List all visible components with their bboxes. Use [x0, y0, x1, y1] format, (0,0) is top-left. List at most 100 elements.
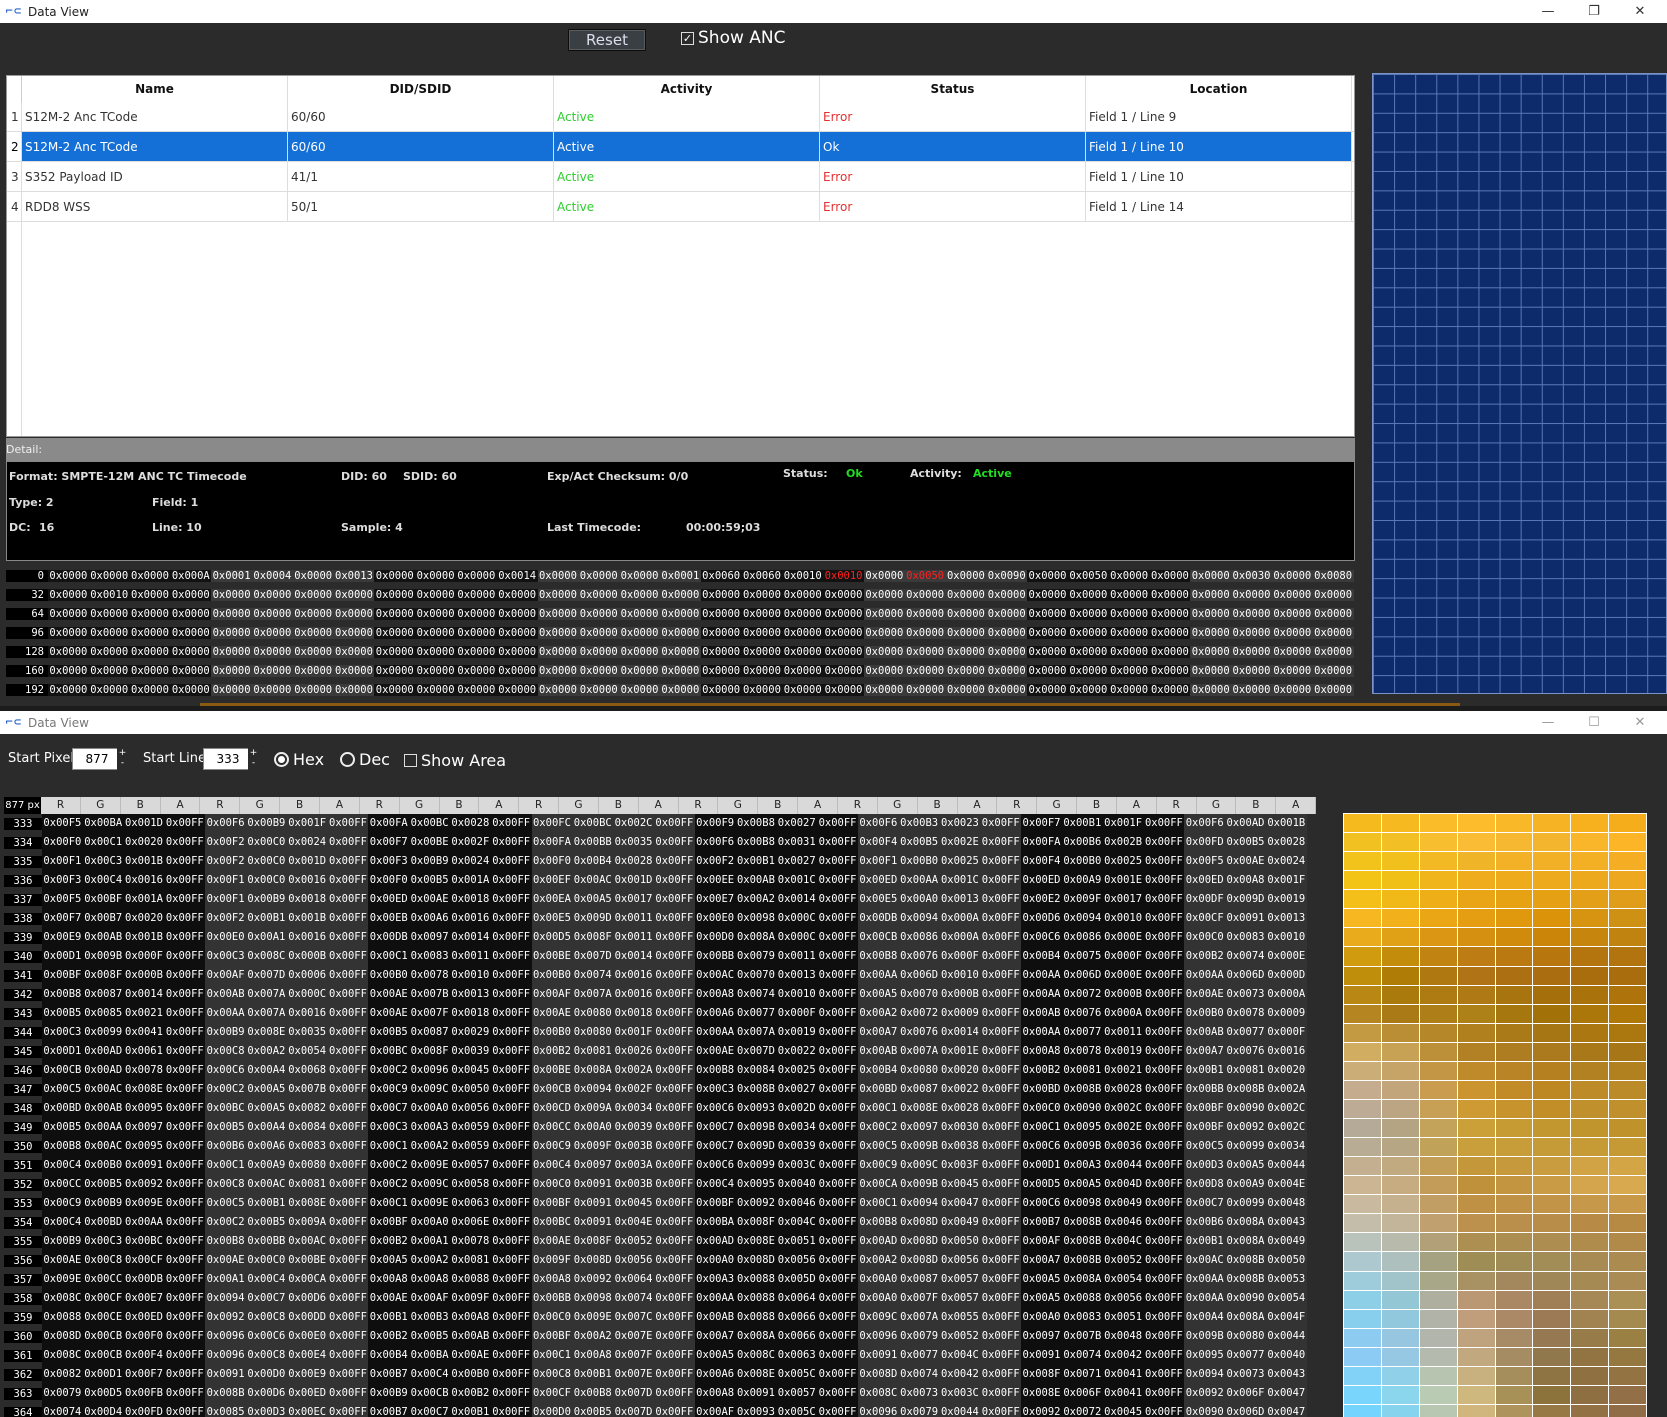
hex-cell: 0x0000: [741, 683, 783, 696]
pixel-value-cell: 0x00FF: [817, 1099, 858, 1118]
preview-pixel: [1419, 1023, 1457, 1042]
hex-cell: 0x0000: [1149, 683, 1191, 696]
hex-cell: 0x0000: [292, 683, 334, 696]
start-pixel-stepper-icon[interactable]: + -: [117, 748, 128, 770]
pixel-value-cell: 0x0023: [939, 814, 981, 833]
col-activity-header[interactable]: Activity: [554, 76, 820, 102]
cell-did: 60/60: [288, 132, 554, 161]
preview-pixel: [1495, 1309, 1533, 1328]
pixel-value-cell: 0x00AA: [123, 1213, 165, 1232]
pixel-value-cell: 0x00F6: [857, 814, 899, 833]
start-line-stepper-icon[interactable]: + -: [248, 748, 259, 770]
line-number: 357: [4, 1273, 42, 1286]
restore-icon[interactable]: ❐: [1571, 0, 1617, 23]
pixel-value-cell: 0x00FF: [1143, 1384, 1185, 1403]
pixel-value-cell: 0x00FF: [653, 1023, 695, 1042]
dec-radio[interactable]: Dec: [340, 750, 390, 769]
pixel-value-cell: 0x0091: [1021, 1346, 1062, 1365]
maximize-icon[interactable]: ☐: [1571, 711, 1617, 734]
pixel-value-cell: 0x00B8: [42, 1137, 83, 1156]
table-row-selected[interactable]: 2 S12M-2 Anc TCode 60/60 Active Ok Field…: [7, 132, 1354, 162]
hex-cell: 0x0000: [129, 645, 171, 658]
pixel-value-cell: 0x00C6: [205, 1061, 246, 1080]
hex-cell: 0x0000: [700, 645, 742, 658]
preview-pixel: [1344, 852, 1381, 871]
pixel-value-cell: 0x00A2: [735, 890, 777, 909]
table-row[interactable]: 4 RDD8 WSS 50/1 Active Error Field 1 / L…: [7, 192, 1354, 222]
preview-pixel: [1457, 909, 1495, 928]
pixel-value-cell: 0x008B: [1061, 1080, 1103, 1099]
pixel-value-cell: 0x00C9: [368, 1080, 410, 1099]
pixel-value-cell: 0x00BA: [82, 814, 124, 833]
preview-pixel: [1533, 1290, 1571, 1309]
hex-cell: 0x0004: [251, 569, 293, 582]
pixel-value-cell: 0x00C7: [245, 1289, 287, 1308]
pixel-value-cell: 0x0016: [613, 966, 654, 985]
pixel-value-cell: 0x001C: [939, 871, 981, 890]
minimize-icon[interactable]: —: [1525, 0, 1571, 23]
reset-button[interactable]: Reset: [568, 29, 646, 51]
pixel-value-cell: 0x0011: [1102, 1023, 1144, 1042]
pixel-value-cell: 0x0010: [1265, 928, 1307, 947]
pixel-value-cell: 0x00B1: [449, 1403, 491, 1417]
preview-pixel: [1533, 852, 1571, 871]
pixel-value-cell: 0x0021: [1102, 1061, 1144, 1080]
data-view-window-anc: ⌐⊂ Data View — ❐ ✕ Reset ✓ Show ANC Name…: [0, 0, 1667, 706]
pixel-value-cell: 0x00B2: [368, 1327, 410, 1346]
pixel-value-cell: 0x0014: [776, 890, 818, 909]
pixel-value-cell: 0x009E: [572, 1308, 614, 1327]
pixel-value-cell: 0x00A4: [1184, 1308, 1226, 1327]
pixel-value-cell: 0x008A: [735, 1327, 777, 1346]
col-status-header[interactable]: Status: [820, 76, 1086, 102]
preview-pixel: [1344, 1119, 1381, 1138]
hex-cell: 0x0000: [292, 569, 334, 582]
start-pixel-input[interactable]: 877: [72, 748, 122, 770]
hex-cell: 0x0080: [1312, 569, 1354, 582]
preview-pixel: [1457, 928, 1495, 947]
close-icon[interactable]: ✕: [1617, 0, 1663, 23]
show-anc-checkbox[interactable]: ✓ Show ANC: [681, 28, 786, 48]
pixel-value-cell: 0x009F: [1061, 890, 1103, 909]
pixel-value-cell: 0x00FF: [327, 852, 369, 871]
pixel-value-cell: 0x0081: [1061, 1061, 1103, 1080]
hex-row: 0 0x0000 0x0000 0x0000 0x000A 0x0001 0x0004 0x0…: [6, 566, 1355, 585]
pixel-value-cell: 0x008E: [735, 1232, 777, 1251]
pixel-row: 349 0x00B5 0x00AA 0x0097 0x00FF 0x00B5 0x00A4 0…: [4, 1118, 1316, 1137]
show-area-checkbox[interactable]: Show Area: [404, 751, 506, 770]
hex-cell: 0x0001: [659, 569, 701, 582]
hex-cell: 0x0000: [496, 664, 538, 677]
pixel-value-cell: 0x00B1: [245, 1194, 287, 1213]
col-did-header[interactable]: DID/SDID: [288, 76, 554, 102]
preview-pixel: [1344, 947, 1381, 966]
pixel-value-cell: 0x008D: [572, 1251, 614, 1270]
hex-cell: 0x0000: [129, 626, 171, 639]
pixel-value-cell: 0x00FF: [1143, 1365, 1185, 1384]
col-name-header[interactable]: Name: [22, 76, 288, 102]
pixel-value-cell: 0x0097: [572, 1156, 614, 1175]
col-location-header[interactable]: Location: [1086, 76, 1352, 102]
pixel-value-cell: 0x00FF: [817, 1327, 858, 1346]
hex-label: Hex: [293, 750, 325, 769]
table-row[interactable]: 1 S12M-2 Anc TCode 60/60 Active Error Fi…: [7, 102, 1354, 132]
minimize-icon[interactable]: —: [1525, 711, 1571, 734]
close-icon[interactable]: ✕: [1617, 711, 1663, 734]
pixel-value-cell: 0x00FF: [817, 985, 858, 1004]
start-line-input[interactable]: 333: [203, 748, 253, 770]
pixel-value-cell: 0x00C0: [245, 852, 287, 871]
channel-header: B: [280, 797, 320, 814]
pixel-value-cell: 0x0096: [409, 1061, 450, 1080]
pixel-row: 334 0x00F0 0x00C1 0x0020 0x00FF 0x00F2 0x00C0 0…: [4, 833, 1316, 852]
preview-pixel: [1609, 1080, 1646, 1099]
pixel-value-cell: 0x00FF: [980, 814, 1022, 833]
pixel-value-cell: 0x0072: [898, 1004, 940, 1023]
pixel-value-cell: 0x0066: [776, 1327, 818, 1346]
cell-did: 60/60: [288, 102, 554, 131]
hex-radio[interactable]: Hex: [274, 750, 324, 769]
table-row[interactable]: 3 S352 Payload ID 41/1 Active Error Fiel…: [7, 162, 1354, 192]
pixel-value-cell: 0x00AA: [898, 871, 940, 890]
pixel-value-cell: 0x00FF: [327, 1232, 369, 1251]
line-number: 344: [4, 1026, 42, 1039]
pixel-value-cell: 0x00FF: [817, 1365, 858, 1384]
pixel-value-cell: 0x001F: [1102, 814, 1144, 833]
hex-cell: 0x0000: [48, 683, 89, 696]
